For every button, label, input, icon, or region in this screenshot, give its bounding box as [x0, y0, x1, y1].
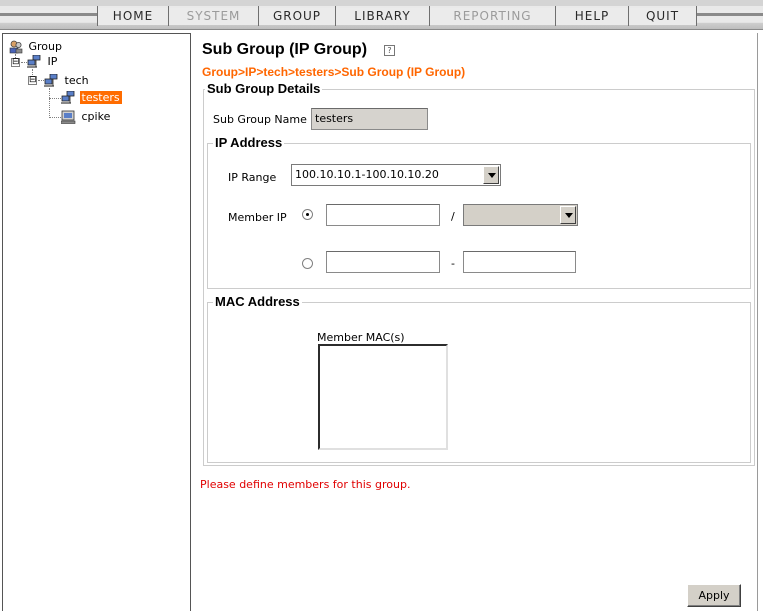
- tree-collapse-icon[interactable]: ⊟: [28, 76, 37, 85]
- member-mac-label: Member MAC(s): [317, 331, 405, 344]
- dash-separator: -: [451, 257, 455, 270]
- tree-node-ip[interactable]: IP: [27, 54, 59, 69]
- ip-address-legend: IP Address: [213, 135, 285, 150]
- mac-address-legend: MAC Address: [213, 294, 302, 309]
- ip-range-from-field[interactable]: [326, 251, 440, 273]
- sub-group-details-legend: Sub Group Details: [205, 81, 323, 96]
- menu-system[interactable]: SYSTEM: [169, 8, 258, 25]
- page-title: Sub Group (IP Group): [202, 41, 368, 58]
- sub-group-name-field: testers: [311, 108, 428, 130]
- tree-node-group[interactable]: Group: [9, 40, 64, 54]
- member-ip-single-radio[interactable]: [302, 209, 313, 220]
- menu-bar-line: [696, 13, 763, 16]
- apply-button[interactable]: Apply: [687, 584, 741, 607]
- menu-home[interactable]: HOME: [98, 8, 168, 25]
- ip-range-label: IP Range: [228, 171, 277, 184]
- member-ip-range-radio[interactable]: [302, 258, 313, 269]
- menu-quit[interactable]: QUIT: [629, 8, 696, 25]
- tree-label-cpike: cpike: [81, 110, 111, 123]
- network-computer-icon: [27, 54, 42, 69]
- menu-bar-line: [0, 13, 97, 16]
- member-ip-label: Member IP: [228, 211, 287, 224]
- tree-node-tech[interactable]: tech: [44, 73, 91, 88]
- error-message: Please define members for this group.: [200, 478, 411, 491]
- tree-label-ip: IP: [47, 55, 58, 68]
- ip-range-to-field[interactable]: [463, 251, 576, 273]
- network-computer-icon: [44, 73, 59, 88]
- tree-node-testers[interactable]: testers: [61, 90, 122, 105]
- menu-separator: [696, 6, 697, 26]
- group-users-icon: [9, 40, 23, 54]
- menu-help[interactable]: HELP: [556, 8, 628, 25]
- slash-separator: /: [451, 210, 455, 223]
- menu-library[interactable]: LIBRARY: [336, 8, 429, 25]
- tree-label-testers: testers: [79, 91, 122, 104]
- mac-address-section: [207, 302, 751, 463]
- group-tree-panel: Group ⊟ IP ⊟ tech testers cpike: [2, 33, 191, 611]
- dropdown-arrow-icon[interactable]: [560, 206, 576, 224]
- subnet-mask-select[interactable]: [463, 204, 578, 226]
- ip-range-select[interactable]: 100.10.10.1-100.10.10.20: [291, 164, 501, 186]
- tree-connector: [49, 88, 50, 118]
- network-computer-icon: [61, 90, 76, 105]
- menu-group[interactable]: GROUP: [259, 8, 335, 25]
- tree-node-cpike[interactable]: cpike: [60, 110, 112, 124]
- tree-connector: [49, 98, 61, 99]
- ip-range-value: 100.10.10.1-100.10.10.20: [295, 168, 439, 181]
- computer-icon: [60, 110, 76, 124]
- menu-reporting[interactable]: REPORTING: [430, 8, 555, 25]
- sub-group-name-label: Sub Group Name: [213, 113, 307, 126]
- tree-connector: [49, 117, 61, 118]
- dropdown-arrow-icon[interactable]: [483, 166, 499, 184]
- breadcrumb: Group>IP>tech>testers>Sub Group (IP Grou…: [202, 65, 466, 79]
- tree-label-group: Group: [28, 40, 63, 53]
- member-ip-field[interactable]: [326, 204, 440, 226]
- main-content: Sub Group (IP Group) ? Group>IP>tech>tes…: [193, 33, 763, 611]
- top-menu-bar: HOME SYSTEM GROUP LIBRARY REPORTING HELP…: [0, 0, 763, 30]
- tree-label-tech: tech: [64, 74, 89, 87]
- member-mac-listbox[interactable]: [318, 344, 448, 450]
- help-icon[interactable]: ?: [384, 45, 395, 56]
- tree-collapse-icon[interactable]: ⊟: [11, 58, 20, 67]
